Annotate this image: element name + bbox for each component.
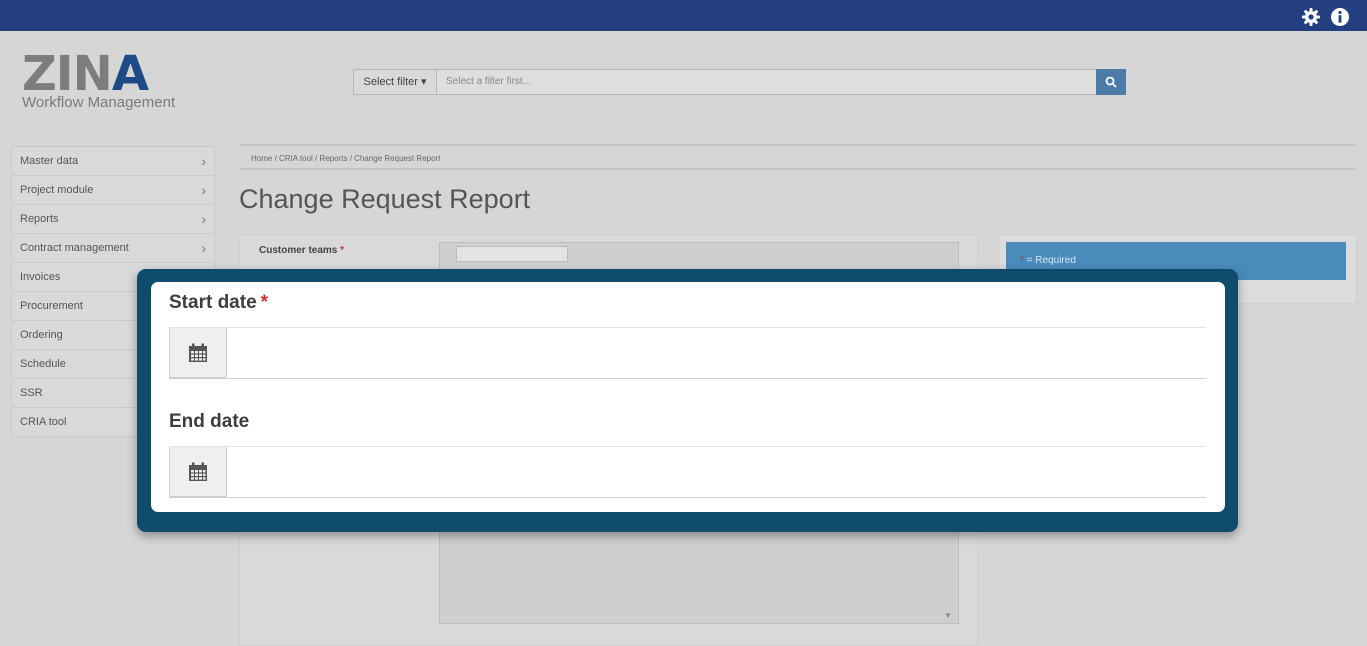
required-legend-text: = Required <box>1023 255 1076 266</box>
start-date-calendar-button[interactable] <box>169 328 227 378</box>
info-icon[interactable] <box>1330 7 1350 32</box>
sidebar-item-label: Procurement <box>20 300 83 312</box>
search-bar: Select filter ▾ Select a filter first... <box>353 69 1126 95</box>
end-date-label: End date <box>169 411 250 432</box>
sidebar-item-label: SSR <box>20 387 43 399</box>
sidebar-item-label: Ordering <box>20 329 63 341</box>
calendar-icon <box>189 462 207 481</box>
zina-logo[interactable]: ZINA Workflow Management <box>22 46 176 111</box>
end-date-input[interactable] <box>228 447 1206 497</box>
customer-teams-label: Customer teams * <box>259 245 345 256</box>
date-range-form: Start date * End date <box>151 282 1225 512</box>
date-range-callout: Start date * End date <box>137 269 1238 532</box>
sidebar-item-label: Contract management <box>20 242 129 254</box>
sidebar-item-reports[interactable]: Reports › <box>11 205 215 234</box>
sidebar-item-label: Project module <box>20 184 94 196</box>
search-input[interactable]: Select a filter first... <box>446 70 531 94</box>
chevron-right-icon: › <box>201 153 206 169</box>
calendar-icon <box>189 343 207 362</box>
start-date-label: Start date * <box>169 292 269 313</box>
sidebar-item-label: CRIA tool <box>20 416 67 428</box>
scroll-down-arrow-icon[interactable]: ▼ <box>944 611 952 620</box>
select-filter-dropdown[interactable]: Select filter ▾ <box>354 70 437 94</box>
sidebar-item-label: Master data <box>20 155 79 167</box>
sidebar-item-label: Invoices <box>20 271 61 283</box>
sidebar-item-label: Schedule <box>20 358 66 370</box>
chevron-right-icon: › <box>201 211 206 227</box>
search-button[interactable] <box>1096 69 1126 95</box>
search-icon <box>1105 76 1117 88</box>
end-date-calendar-button[interactable] <box>169 447 227 497</box>
required-asterisk: * <box>260 292 269 313</box>
chevron-right-icon: › <box>201 240 206 256</box>
chevron-right-icon: › <box>201 182 206 198</box>
start-date-input[interactable] <box>228 328 1206 378</box>
top-bar <box>0 0 1367 31</box>
end-date-field <box>169 446 1206 498</box>
sidebar-item-contract-management[interactable]: Contract management › <box>11 234 215 263</box>
sidebar-item-project-module[interactable]: Project module › <box>11 176 215 205</box>
start-date-field <box>169 327 1206 379</box>
logo-brand: ZINA <box>22 46 149 102</box>
breadcrumb[interactable]: Home / CRIA tool / Reports / Change Requ… <box>239 144 1355 170</box>
required-asterisk: * <box>340 245 345 256</box>
gear-icon[interactable] <box>1301 7 1321 32</box>
customer-teams-filter-input[interactable] <box>456 246 568 262</box>
sidebar-item-label: Reports <box>20 213 59 225</box>
logo-subtitle: Workflow Management <box>22 94 176 111</box>
page-title: Change Request Report <box>239 184 531 214</box>
sidebar-item-master-data[interactable]: Master data › <box>11 146 215 176</box>
